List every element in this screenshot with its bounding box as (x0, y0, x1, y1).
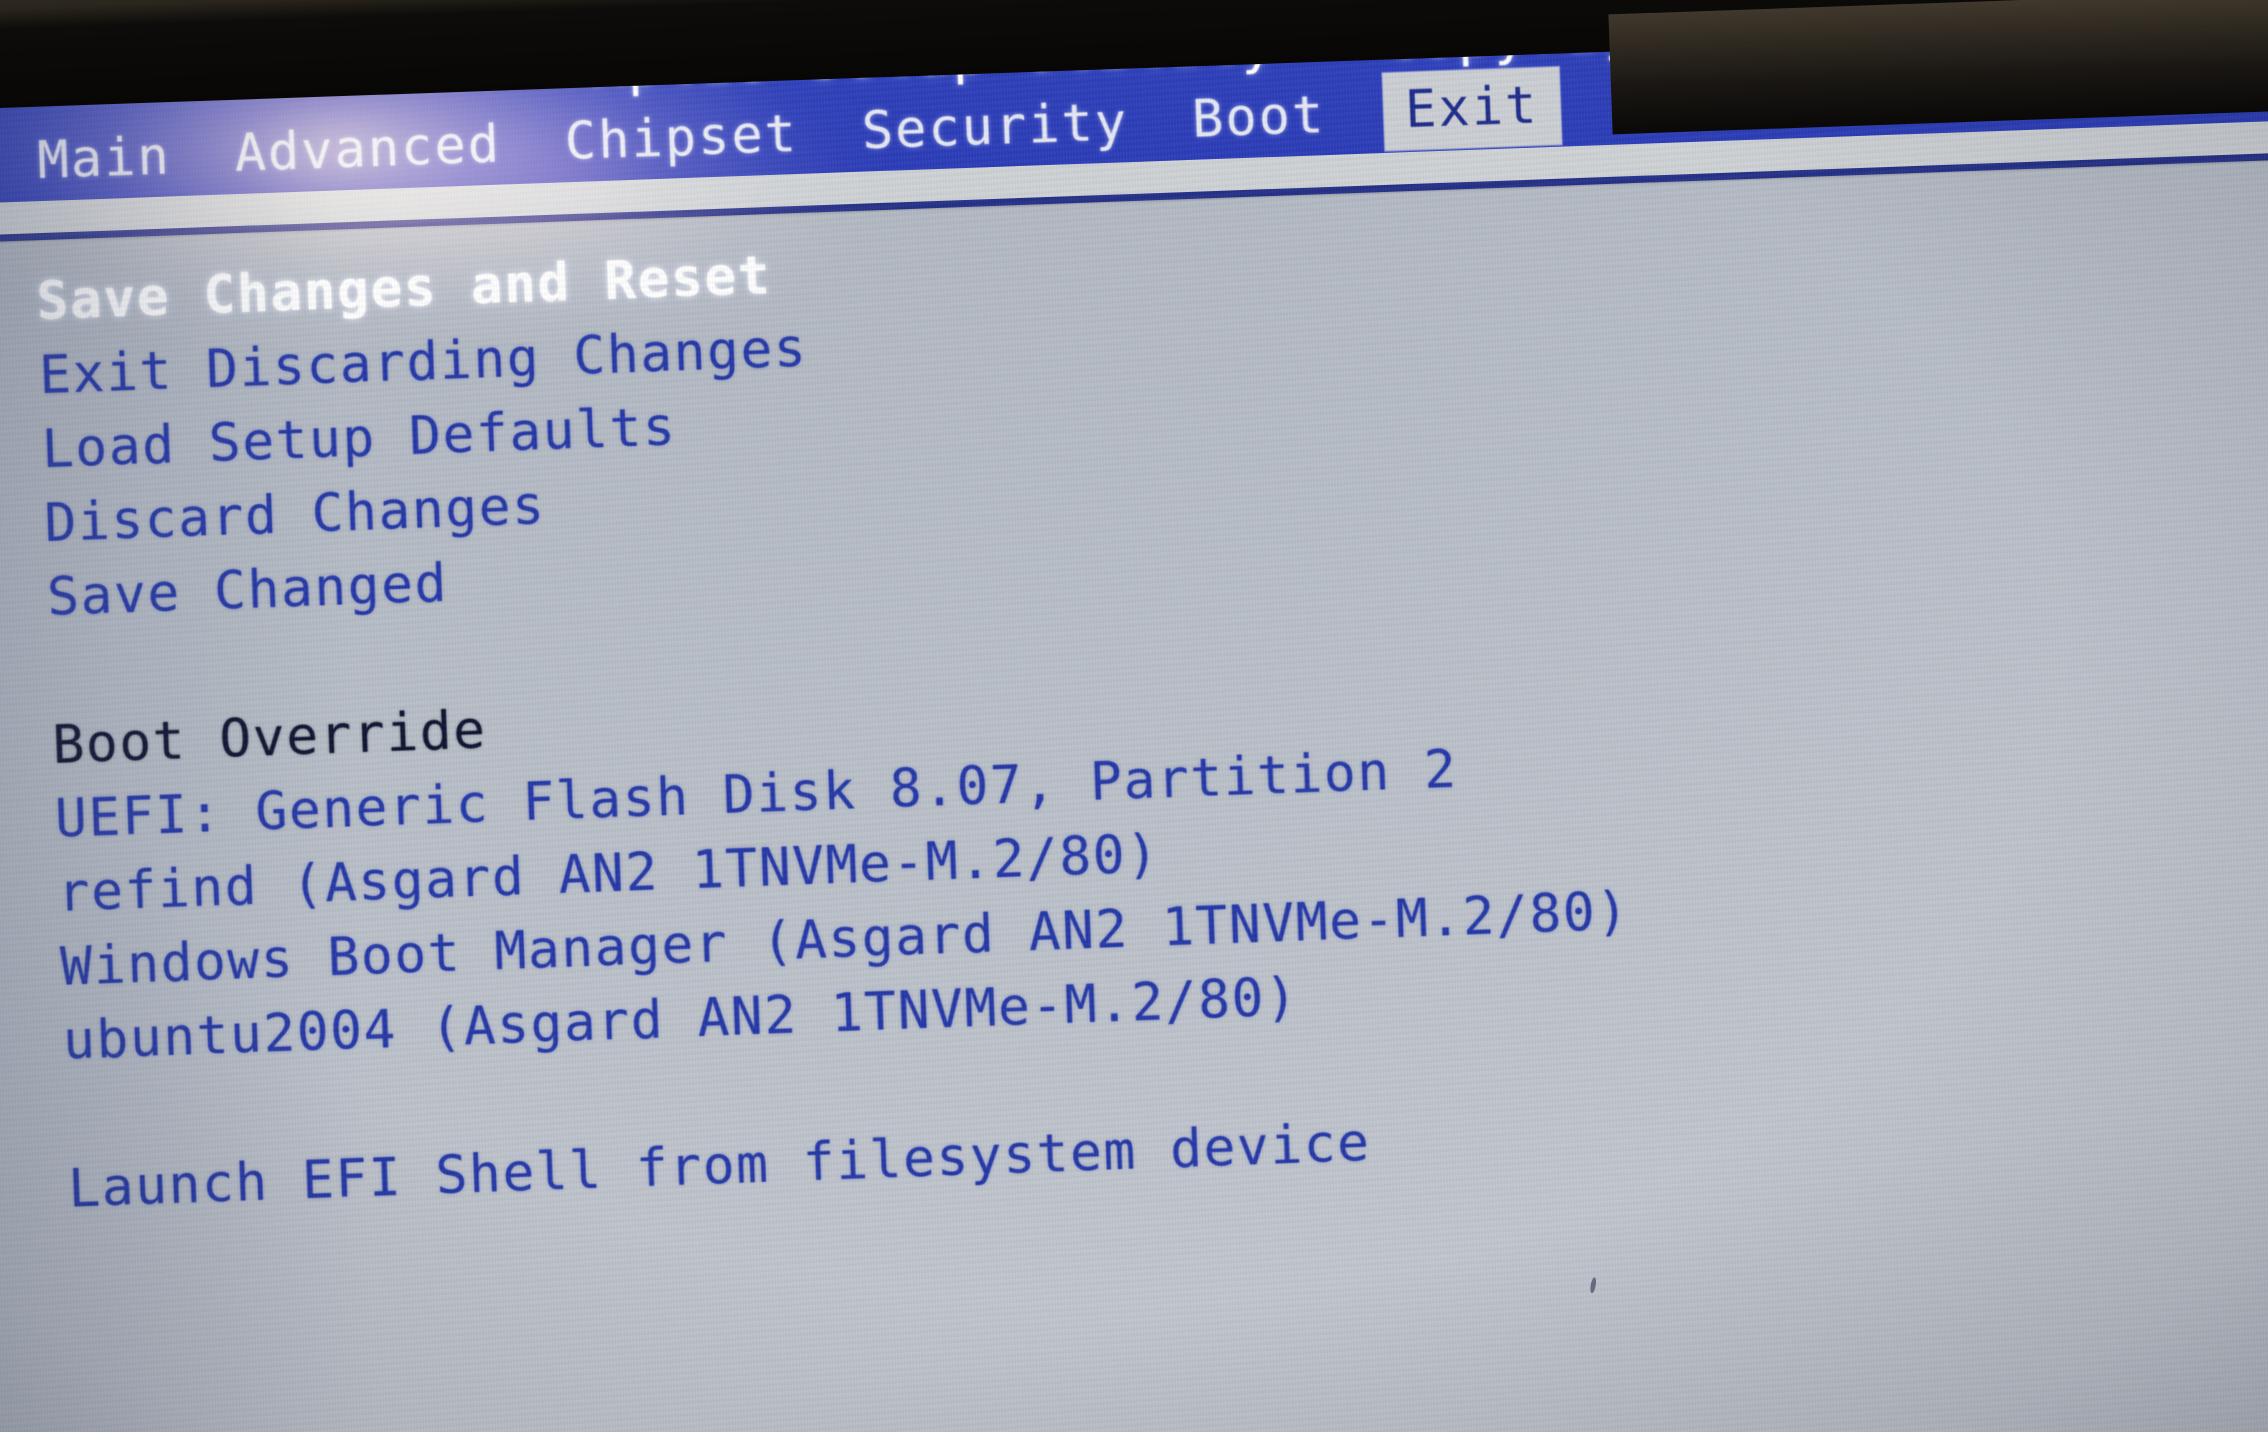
tab-boot[interactable]: Boot (1185, 83, 1332, 152)
tab-security[interactable]: Security (855, 90, 1136, 164)
tab-chipset[interactable]: Chipset (558, 102, 805, 175)
tab-advanced[interactable]: Advanced (227, 112, 508, 186)
tab-main[interactable]: Main (30, 124, 177, 193)
exit-page-content: Save Changes and Reset Exit Discarding C… (35, 209, 1639, 1227)
monitor-screen: Aptio Setup Utility - Copyright (C) Main… (0, 0, 2268, 1432)
tab-exit[interactable]: Exit (1381, 66, 1562, 151)
bios-photo: Aptio Setup Utility - Copyright (C) Main… (0, 0, 2268, 1432)
